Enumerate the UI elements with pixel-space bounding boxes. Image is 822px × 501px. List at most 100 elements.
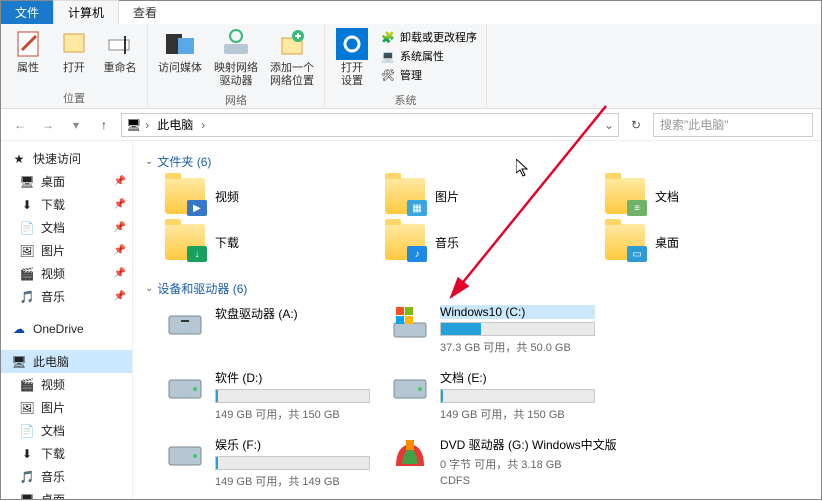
drive-item[interactable]: 文档 (E:)149 GB 可用，共 150 GB: [390, 369, 595, 422]
folder-item[interactable]: ↓下载: [165, 224, 345, 260]
pin-icon: 📌: [114, 199, 126, 210]
sidebar-pinned-item[interactable]: 🖼图片📌: [1, 239, 132, 262]
pin-icon: 📌: [114, 176, 126, 187]
search-input[interactable]: 搜索"此电脑": [653, 113, 813, 137]
sidebar-pinned-item[interactable]: ⬇下载📌: [1, 193, 132, 216]
capacity-bar: [215, 389, 370, 403]
settings-icon: [336, 28, 368, 60]
drive-item[interactable]: 软件 (D:)149 GB 可用，共 150 GB: [165, 369, 370, 422]
rename-button[interactable]: 重命名: [99, 26, 141, 88]
breadcrumb-sep: ›: [145, 118, 149, 132]
drive-icon: [165, 436, 205, 476]
address-dropdown[interactable]: ⌄: [604, 118, 614, 132]
back-button[interactable]: ←: [9, 114, 31, 136]
sidebar-quick-access[interactable]: ★快速访问: [1, 147, 132, 170]
folder-icon: 📄: [19, 220, 35, 236]
folder-item[interactable]: ♪音乐: [385, 224, 565, 260]
drive-item[interactable]: 软盘驱动器 (A:): [165, 305, 370, 355]
folder-item[interactable]: ▶视频: [165, 178, 345, 214]
rename-icon: [104, 28, 136, 60]
drive-icon: 🖥: [19, 492, 35, 500]
ribbon-group-system-title: 系统: [395, 90, 417, 110]
sidebar-pc-item[interactable]: 📄文档: [1, 419, 132, 442]
chevron-down-icon: ⌄: [145, 156, 153, 167]
pin-icon: 📌: [114, 245, 126, 256]
uninstall-programs-button[interactable]: 🧩卸载或更改程序: [377, 28, 480, 46]
sidebar-onedrive[interactable]: ☁OneDrive: [1, 318, 132, 340]
onedrive-icon: ☁: [11, 321, 27, 337]
map-network-drive-button[interactable]: 映射网络 驱动器: [210, 26, 262, 90]
drive-icon: 🖼: [19, 400, 35, 416]
sidebar-this-pc[interactable]: 🖥此电脑: [1, 350, 132, 373]
folder-icon: ▦: [385, 178, 425, 214]
folder-icon: ⬇: [19, 197, 35, 213]
ribbon-group-network-title: 网络: [225, 90, 247, 110]
star-icon: ★: [11, 151, 27, 167]
access-media-button[interactable]: 访问媒体: [154, 26, 206, 90]
manage-button[interactable]: 🛠管理: [377, 66, 480, 84]
group-folders-header[interactable]: ⌄文件夹 (6): [145, 149, 809, 178]
drive-item[interactable]: 娱乐 (F:)149 GB 可用，共 149 GB: [165, 436, 370, 489]
sidebar-pc-item[interactable]: ⬇下载: [1, 442, 132, 465]
capacity-bar: [440, 389, 595, 403]
open-settings-button[interactable]: 打开 设置: [331, 26, 373, 90]
pin-icon: 📌: [114, 268, 126, 279]
media-icon: [164, 28, 196, 60]
drive-icon: [165, 305, 205, 345]
sidebar-pinned-item[interactable]: 🖥桌面📌: [1, 170, 132, 193]
drive-item[interactable]: DVD 驱动器 (G:) Windows中文版0 字节 可用，共 3.18 GB…: [390, 436, 595, 489]
tab-file[interactable]: 文件: [1, 1, 53, 24]
pc-icon: 🖥: [126, 118, 141, 132]
drive-icon: 🎬: [19, 377, 35, 393]
forward-button[interactable]: →: [37, 114, 59, 136]
main-content: ⌄文件夹 (6) ▶视频▦图片≡文档↓下载♪音乐▭桌面 ⌄设备和驱动器 (6) …: [133, 141, 821, 499]
folder-icon: 🖥: [19, 174, 35, 190]
sidebar-pc-item[interactable]: 🖼图片: [1, 396, 132, 419]
properties-button[interactable]: 属性: [7, 26, 49, 88]
breadcrumb-thispc[interactable]: 此电脑: [153, 116, 197, 133]
open-icon: [58, 28, 90, 60]
ribbon-group-location-title: 位置: [63, 88, 85, 108]
folder-icon: ↓: [165, 224, 205, 260]
drive-icon: ⬇: [19, 446, 35, 462]
breadcrumb-sep-2: ›: [201, 118, 205, 132]
sidebar-pinned-item[interactable]: 📄文档📌: [1, 216, 132, 239]
sidebar: ★快速访问 🖥桌面📌⬇下载📌📄文档📌🖼图片📌🎬视频📌🎵音乐📌 ☁OneDrive…: [1, 141, 133, 499]
recent-locations-button[interactable]: ▾: [65, 114, 87, 136]
ribbon: 属性 打开 重命名 位置 访问媒体 映射网络 驱动器: [1, 24, 821, 109]
tab-view[interactable]: 查看: [119, 1, 171, 24]
open-button[interactable]: 打开: [53, 26, 95, 88]
tab-strip: 文件 计算机 查看: [1, 1, 821, 24]
nav-bar: ← → ▾ ↑ 🖥 › 此电脑 › ⌄ ↻ 搜索"此电脑": [1, 109, 821, 141]
folder-icon: ▭: [605, 224, 645, 260]
address-bar[interactable]: 🖥 › 此电脑 › ⌄: [121, 113, 619, 137]
ribbon-group-network: 访问媒体 映射网络 驱动器 添加一个 网络位置 网络: [148, 24, 325, 108]
refresh-button[interactable]: ↻: [625, 118, 647, 132]
sidebar-pc-item[interactable]: 🎬视频: [1, 373, 132, 396]
uninstall-icon: 🧩: [380, 29, 396, 45]
sidebar-pc-item[interactable]: 🎵音乐: [1, 465, 132, 488]
up-button[interactable]: ↑: [93, 114, 115, 136]
sidebar-pinned-item[interactable]: 🎵音乐📌: [1, 285, 132, 308]
folder-icon: 🎵: [19, 289, 35, 305]
drive-icon: [390, 305, 430, 345]
properties-icon: [12, 28, 44, 60]
add-location-icon: [276, 28, 308, 60]
drive-icon: [165, 369, 205, 409]
sidebar-pinned-item[interactable]: 🎬视频📌: [1, 262, 132, 285]
sidebar-pc-item[interactable]: 🖥桌面: [1, 488, 132, 499]
pin-icon: 📌: [114, 291, 126, 302]
pc-icon: 🖥: [11, 354, 27, 370]
drive-item[interactable]: Windows10 (C:)37.3 GB 可用，共 50.0 GB: [390, 305, 595, 355]
network-drive-icon: [220, 28, 252, 60]
folder-item[interactable]: ▭桌面: [605, 224, 785, 260]
folder-item[interactable]: ≡文档: [605, 178, 785, 214]
system-properties-button[interactable]: 💻系统属性: [377, 47, 480, 65]
folder-item[interactable]: ▦图片: [385, 178, 565, 214]
tab-computer[interactable]: 计算机: [53, 0, 119, 24]
group-drives-header[interactable]: ⌄设备和驱动器 (6): [145, 276, 809, 305]
drive-icon: 📄: [19, 423, 35, 439]
folder-icon: ≡: [605, 178, 645, 214]
add-network-location-button[interactable]: 添加一个 网络位置: [266, 26, 318, 90]
folder-icon: 🎬: [19, 266, 35, 282]
